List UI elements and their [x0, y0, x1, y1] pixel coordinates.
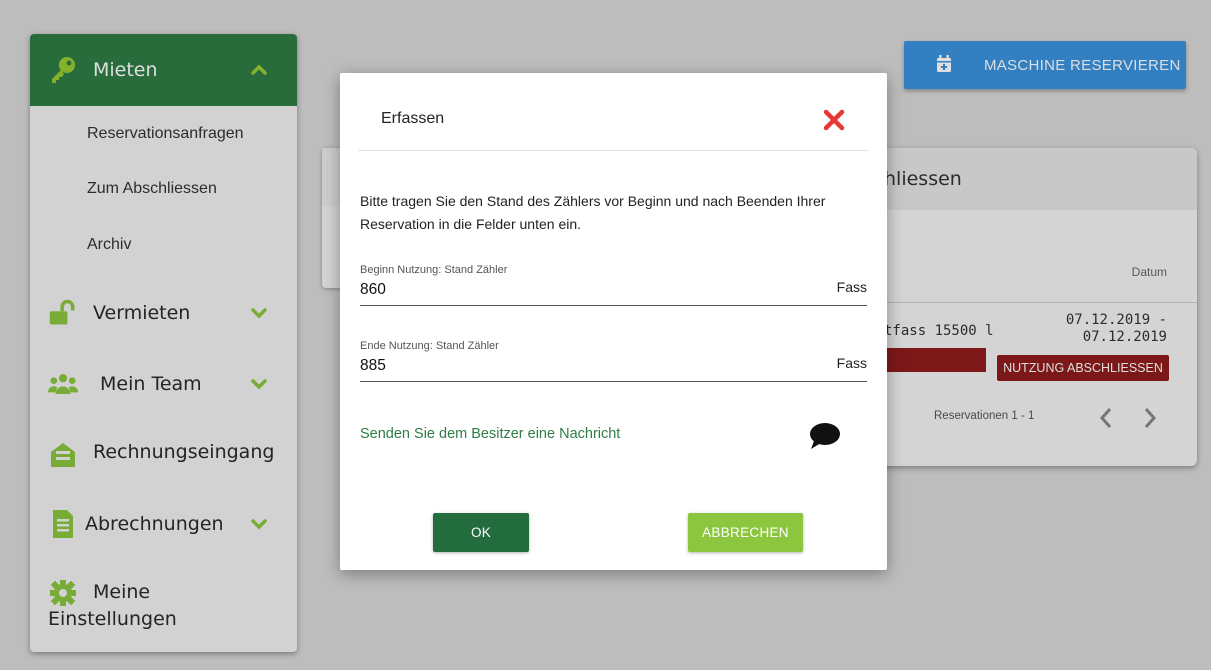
end-counter-label: Ende Nutzung: Stand Zähler — [360, 340, 499, 352]
close-icon[interactable] — [822, 108, 846, 132]
end-counter-unit: Fass — [836, 355, 867, 371]
chat-bubble-icon[interactable] — [808, 421, 842, 451]
end-counter-input[interactable] — [360, 357, 780, 375]
start-counter-input[interactable] — [360, 281, 780, 299]
dialog-title: Erfassen — [381, 110, 445, 127]
dialog-instructions: Bitte tragen Sie den Stand des Zählers v… — [360, 193, 826, 232]
start-counter-label: Beginn Nutzung: Stand Zähler — [360, 264, 508, 276]
cancel-button[interactable]: ABBRECHEN — [688, 513, 803, 552]
start-counter-unit: Fass — [836, 279, 867, 295]
ok-button[interactable]: OK — [433, 513, 529, 552]
start-counter-field: Beginn Nutzung: Stand Zähler Fass — [360, 264, 867, 306]
capture-dialog: Erfassen Bitte tragen Sie den Stand des … — [340, 73, 887, 570]
end-counter-field: Ende Nutzung: Stand Zähler Fass — [360, 340, 867, 382]
send-message-link[interactable]: Senden Sie dem Besitzer eine Nachricht — [360, 426, 620, 442]
